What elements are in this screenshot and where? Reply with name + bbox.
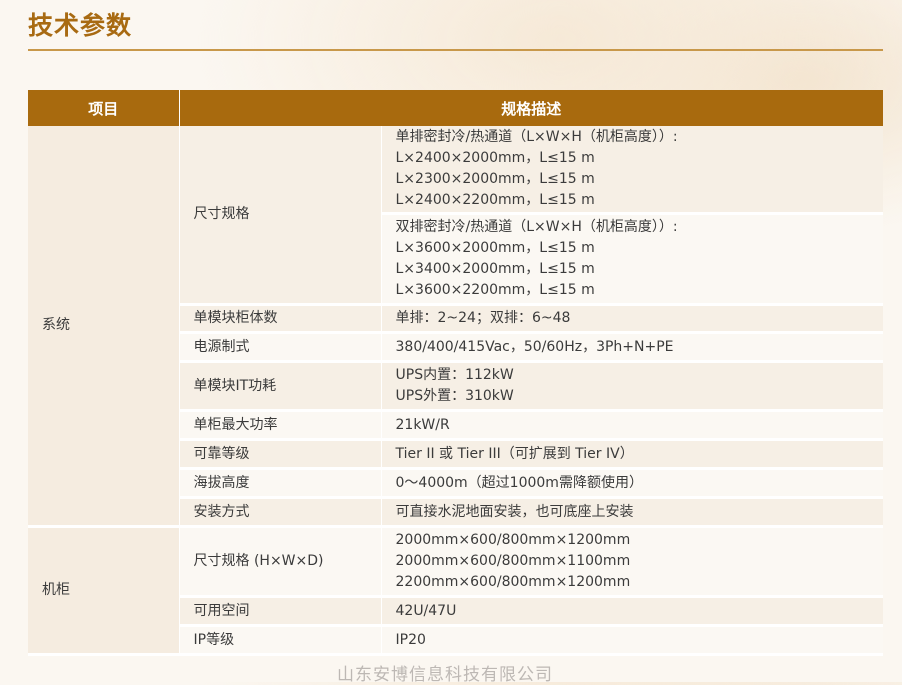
item-cell: 电源制式 <box>179 332 382 363</box>
header-spec: 规格描述 <box>179 90 884 126</box>
spec-line: L×2300×2000mm，L≤15 m <box>395 171 595 187</box>
item-cell: 单模块IT功耗 <box>179 361 382 412</box>
spec-cell: 0～4000m（超过1000m需降额使用） <box>381 468 884 499</box>
spec-line: 双排密封冷/热通道（L×W×H（机柜高度））: <box>395 219 678 235</box>
header-item: 项目 <box>28 90 180 126</box>
title-divider <box>28 49 883 51</box>
spec-line: L×3400×2000mm，L≤15 m <box>395 261 595 277</box>
spec-cell: 2000mm×600/800mm×1200mm 2000mm×600/800mm… <box>381 526 884 598</box>
spec-line: L×2400×2200mm，L≤15 m <box>395 192 595 208</box>
spec-cell: 单排：2~24；双排：6~48 <box>381 304 884 334</box>
spec-table: 项目 规格描述 系统 尺寸规格 单排密封冷/热通道（L×W×H（机柜高度））: … <box>28 90 884 656</box>
spec-line: 42U/47U <box>395 602 457 619</box>
category-cell: 机柜 <box>28 526 180 656</box>
item-cell: 尺寸规格 (H×W×D) <box>179 526 382 598</box>
spec-cell: UPS内置：112kW UPS外置：310kW <box>381 361 884 412</box>
spec-line: 0～4000m（超过1000m需降额使用） <box>395 474 643 491</box>
spec-line: 可直接水泥地面安装，也可底座上安装 <box>395 503 634 520</box>
item-cell: 单模块柜体数 <box>179 304 382 334</box>
spec-cell: 380/400/415Vac，50/60Hz，3Ph+N+PE <box>381 332 884 363</box>
table-row: 系统 尺寸规格 单排密封冷/热通道（L×W×H（机柜高度））: L×2400×2… <box>28 126 884 528</box>
spec-line: Tier II 或 Tier III（可扩展到 Tier IV） <box>395 445 634 462</box>
spec-cell: 42U/47U <box>381 596 884 627</box>
item-cell: 安装方式 <box>179 497 382 528</box>
item-cell: 可靠等级 <box>179 439 382 470</box>
spec-line: 2000mm×600/800mm×1200mm <box>395 532 631 548</box>
spec-cell: IP20 <box>381 625 884 656</box>
item-cell: IP等级 <box>179 625 382 656</box>
spec-cell: 可直接水泥地面安装，也可底座上安装 <box>381 497 884 528</box>
table-header-row: 项目 规格描述 <box>28 90 884 126</box>
spec-line: 380/400/415Vac，50/60Hz，3Ph+N+PE <box>395 338 674 355</box>
spec-cell: Tier II 或 Tier III（可扩展到 Tier IV） <box>381 439 884 470</box>
table-row: 机柜 尺寸规格 (H×W×D) 2000mm×600/800mm×1200mm … <box>28 526 884 656</box>
spec-line: 单排：2~24；双排：6~48 <box>395 310 571 326</box>
spec-line: 2000mm×600/800mm×1100mm <box>395 553 631 569</box>
spec-line: 21kW/R <box>395 416 450 433</box>
spec-line: IP20 <box>395 631 426 648</box>
item-cell: 可用空间 <box>179 596 382 627</box>
spec-line: UPS内置：112kW <box>395 367 514 383</box>
item-cell: 单柜最大功率 <box>179 410 382 441</box>
spec-line: UPS外置：310kW <box>395 388 514 404</box>
spec-line: L×2400×2000mm，L≤15 m <box>395 150 595 166</box>
spec-line: L×3600×2000mm，L≤15 m <box>395 240 595 256</box>
spec-cell: 21kW/R <box>381 410 884 441</box>
spec-line: 2200mm×600/800mm×1200mm <box>395 574 631 590</box>
item-cell: 海拔高度 <box>179 468 382 499</box>
page-title: 技术参数 <box>28 11 133 40</box>
spec-line: L×3600×2200mm，L≤15 m <box>395 282 595 298</box>
category-cell: 系统 <box>28 126 180 528</box>
item-cell: 尺寸规格 <box>179 126 382 306</box>
spec-cell: 双排密封冷/热通道（L×W×H（机柜高度））: L×3600×2000mm，L≤… <box>381 213 884 306</box>
company-watermark: 山东安博信息科技有限公司 <box>337 665 553 685</box>
spec-cell: 单排密封冷/热通道（L×W×H（机柜高度））: L×2400×2000mm，L≤… <box>381 126 884 215</box>
spec-line: 单排密封冷/热通道（L×W×H（机柜高度））: <box>395 129 678 145</box>
